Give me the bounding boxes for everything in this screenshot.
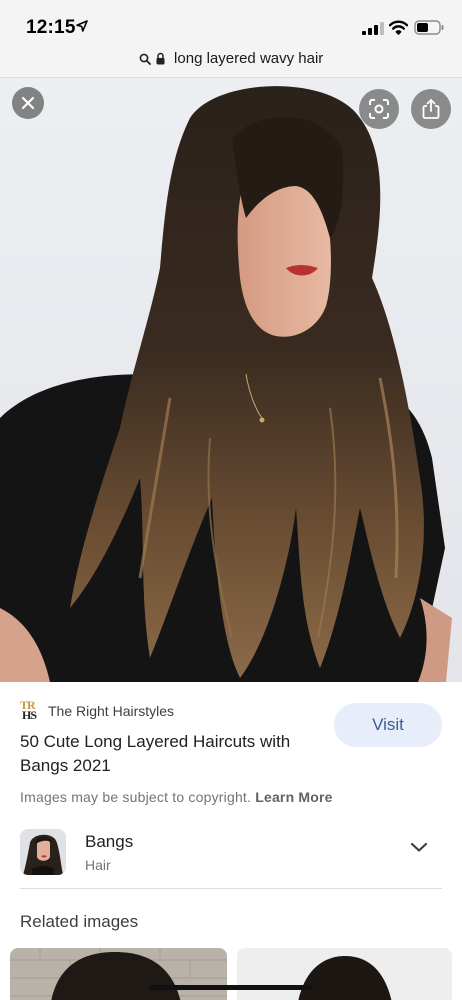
chevron-down-icon[interactable] (410, 841, 428, 853)
hair-photo (0, 78, 462, 682)
close-icon (21, 96, 35, 110)
source-row[interactable]: TR HS The Right Hairstyles (20, 698, 174, 724)
status-time: 12:15 (26, 17, 76, 38)
related-images-heading: Related images (20, 912, 139, 931)
location-arrow-icon (76, 20, 88, 32)
url-query: long layered wavy hair (174, 50, 324, 67)
topic-title: Bangs (85, 832, 134, 851)
copyright-notice: Images may be subject to copyright. Lear… (20, 789, 333, 805)
source-name: The Right Hairstyles (48, 703, 175, 719)
visit-button[interactable]: Visit (334, 703, 442, 747)
lens-button[interactable] (359, 89, 399, 129)
search-icon (139, 53, 151, 65)
wifi-icon (389, 20, 408, 35)
lock-icon (156, 52, 165, 65)
site-logo: TR HS (20, 698, 37, 722)
battery-icon (414, 20, 444, 35)
url-bar[interactable]: long layered wavy hair (0, 44, 462, 78)
topic-thumbnail (20, 829, 66, 875)
learn-more-link[interactable]: Learn More (255, 789, 332, 805)
related-image-1[interactable] (10, 948, 227, 1000)
related-image-2[interactable] (237, 948, 452, 1000)
lens-icon (369, 99, 389, 119)
signal-icon (362, 22, 384, 35)
result-title[interactable]: 50 Cute Long Layered Haircuts with Bangs… (20, 730, 320, 778)
share-button[interactable] (411, 89, 451, 129)
topic-row[interactable]: Bangs Hair (20, 827, 442, 889)
share-icon (422, 99, 440, 119)
close-button[interactable] (12, 87, 44, 119)
result-image[interactable] (0, 78, 462, 682)
topic-subtitle: Hair (85, 857, 111, 873)
home-indicator[interactable] (149, 985, 313, 990)
status-bar: 12:15 (0, 0, 462, 44)
copyright-text: Images may be subject to copyright. (20, 789, 252, 805)
